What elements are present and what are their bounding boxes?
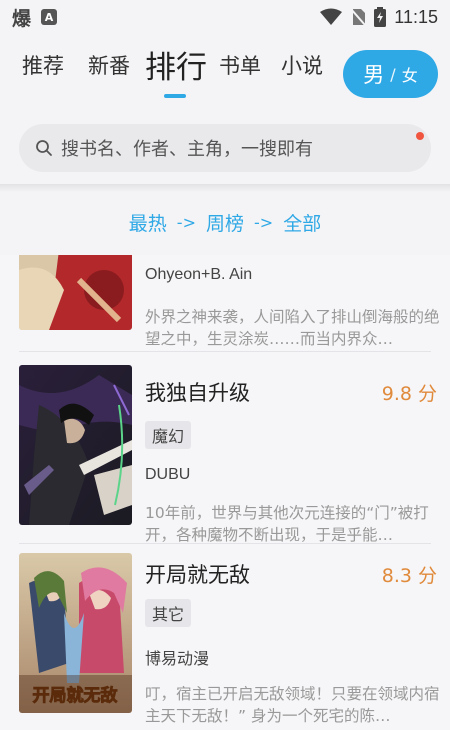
filter-arrow: -> — [254, 212, 274, 232]
book-description: 外界之神来袭，人间陷入了排山倒海般的绝望之中，生灵涂炭……而当内界众… — [145, 308, 440, 348]
filter-arrow: -> — [176, 212, 196, 232]
tab-ranking[interactable]: 排行 — [145, 42, 207, 87]
active-tab-indicator — [164, 94, 186, 98]
filter-hot[interactable]: 最热 — [129, 209, 167, 236]
search-input[interactable]: 搜书名、作者、主角，一搜即有 — [19, 124, 431, 172]
gender-male-label: 男 — [363, 63, 385, 87]
book-title[interactable]: 我独自升级 — [145, 377, 250, 407]
gender-toggle-button[interactable]: 男 / 女 — [343, 50, 438, 98]
book-author: DUBU — [145, 466, 191, 483]
divider — [19, 543, 431, 544]
book-author: Ohyeon+B. Ain — [145, 266, 253, 283]
tab-recommend[interactable]: 推荐 — [22, 50, 64, 80]
tab-booklist[interactable]: 书单 — [219, 50, 261, 80]
top-nav: 推荐 新番 排行 书单 小说 男 / 女 — [0, 40, 450, 110]
book-author: 博易动漫 — [145, 651, 210, 668]
book-list[interactable]: Ohyeon+B. Ain 外界之神来袭，人间陷入了排山倒海般的绝望之中，生灵涂… — [0, 255, 450, 730]
tab-novel[interactable]: 小说 — [281, 50, 323, 80]
divider — [19, 351, 431, 352]
header-shadow — [0, 184, 450, 192]
cover-title-text: 开局就无敌 — [33, 685, 118, 706]
filter-weekly[interactable]: 周榜 — [206, 209, 244, 236]
list-item[interactable]: 我独自升级 9.8 分 魔幻 DUBU 10年前，世界与其他次元连接的“门”被打… — [0, 365, 450, 545]
book-description: 10年前，世界与其他次元连接的“门”被打开，各种魔物不断出现，于是乎能… — [145, 504, 429, 544]
notification-dot — [416, 132, 424, 140]
clock: 11:15 — [394, 6, 438, 27]
filter-all[interactable]: 全部 — [283, 209, 321, 236]
status-bar: 爆 A 11:15 — [0, 0, 450, 34]
book-genre-tag[interactable]: 其它 — [145, 599, 192, 627]
wifi-icon — [320, 8, 343, 25]
battery-icon — [374, 7, 387, 27]
no-sim-icon — [350, 8, 367, 26]
book-cover[interactable] — [19, 365, 132, 525]
app-notification-icon: 爆 — [12, 7, 32, 30]
book-cover[interactable]: 开局就无敌 — [19, 553, 132, 713]
book-cover[interactable] — [19, 255, 132, 330]
gender-female-label: 女 — [401, 66, 418, 85]
book-description: 叮，宿主已开启无敌领域！只要在领域内宿主天下无敌！” 身为一个死宅的陈… — [145, 685, 440, 725]
search-placeholder: 搜书名、作者、主角，一搜即有 — [61, 139, 313, 160]
book-title[interactable]: 开局就无敌 — [145, 559, 250, 589]
search-icon — [36, 140, 52, 156]
book-score: 8.3 分 — [381, 565, 437, 587]
a-notification-icon: A — [41, 9, 58, 25]
tab-new[interactable]: 新番 — [88, 50, 130, 80]
ranking-filter[interactable]: 最热 -> 周榜 -> 全部 — [0, 200, 450, 244]
list-item[interactable]: Ohyeon+B. Ain 外界之神来袭，人间陷入了排山倒海般的绝望之中，生灵涂… — [0, 255, 450, 350]
list-item[interactable]: 开局就无敌 开局就无敌 8.3 分 其它 博易动漫 叮，宿主已开启无敌领域！只要… — [0, 553, 450, 730]
book-score: 9.8 分 — [381, 383, 437, 405]
book-genre-tag[interactable]: 魔幻 — [145, 421, 192, 449]
gender-separator: / — [390, 64, 396, 84]
